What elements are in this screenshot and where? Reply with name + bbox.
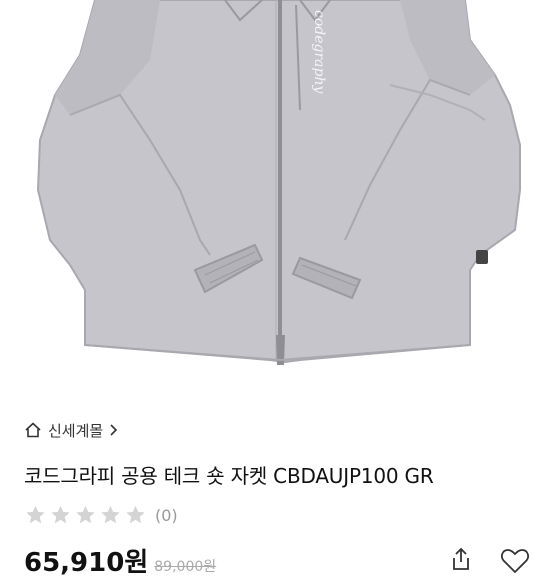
product-image[interactable]: codegraphy [0,0,555,395]
star-icon [26,505,45,524]
chest-print-text: codegraphy [311,10,327,94]
original-price: 89,000원 [154,559,217,575]
breadcrumb-store-label[interactable]: 신세계몰 [48,420,103,441]
heart-icon[interactable] [500,548,530,574]
breadcrumb[interactable]: 신세계몰 [24,419,119,441]
product-title: 코드그라피 공용 테크 숏 자켓 CBDAUJP100 GR [24,464,434,488]
rating[interactable]: (0) [24,504,178,526]
star-icon [101,505,120,524]
home-icon [25,422,41,438]
star-icon [76,505,95,524]
current-price: 65,910원 [24,548,149,578]
price-row: 65,910원 89,000원 [24,542,216,578]
chevron-right-icon [110,424,118,436]
star-icon [51,505,70,524]
review-count: (0) [155,505,178,525]
star-icon [126,505,145,524]
share-icon[interactable] [448,546,474,572]
